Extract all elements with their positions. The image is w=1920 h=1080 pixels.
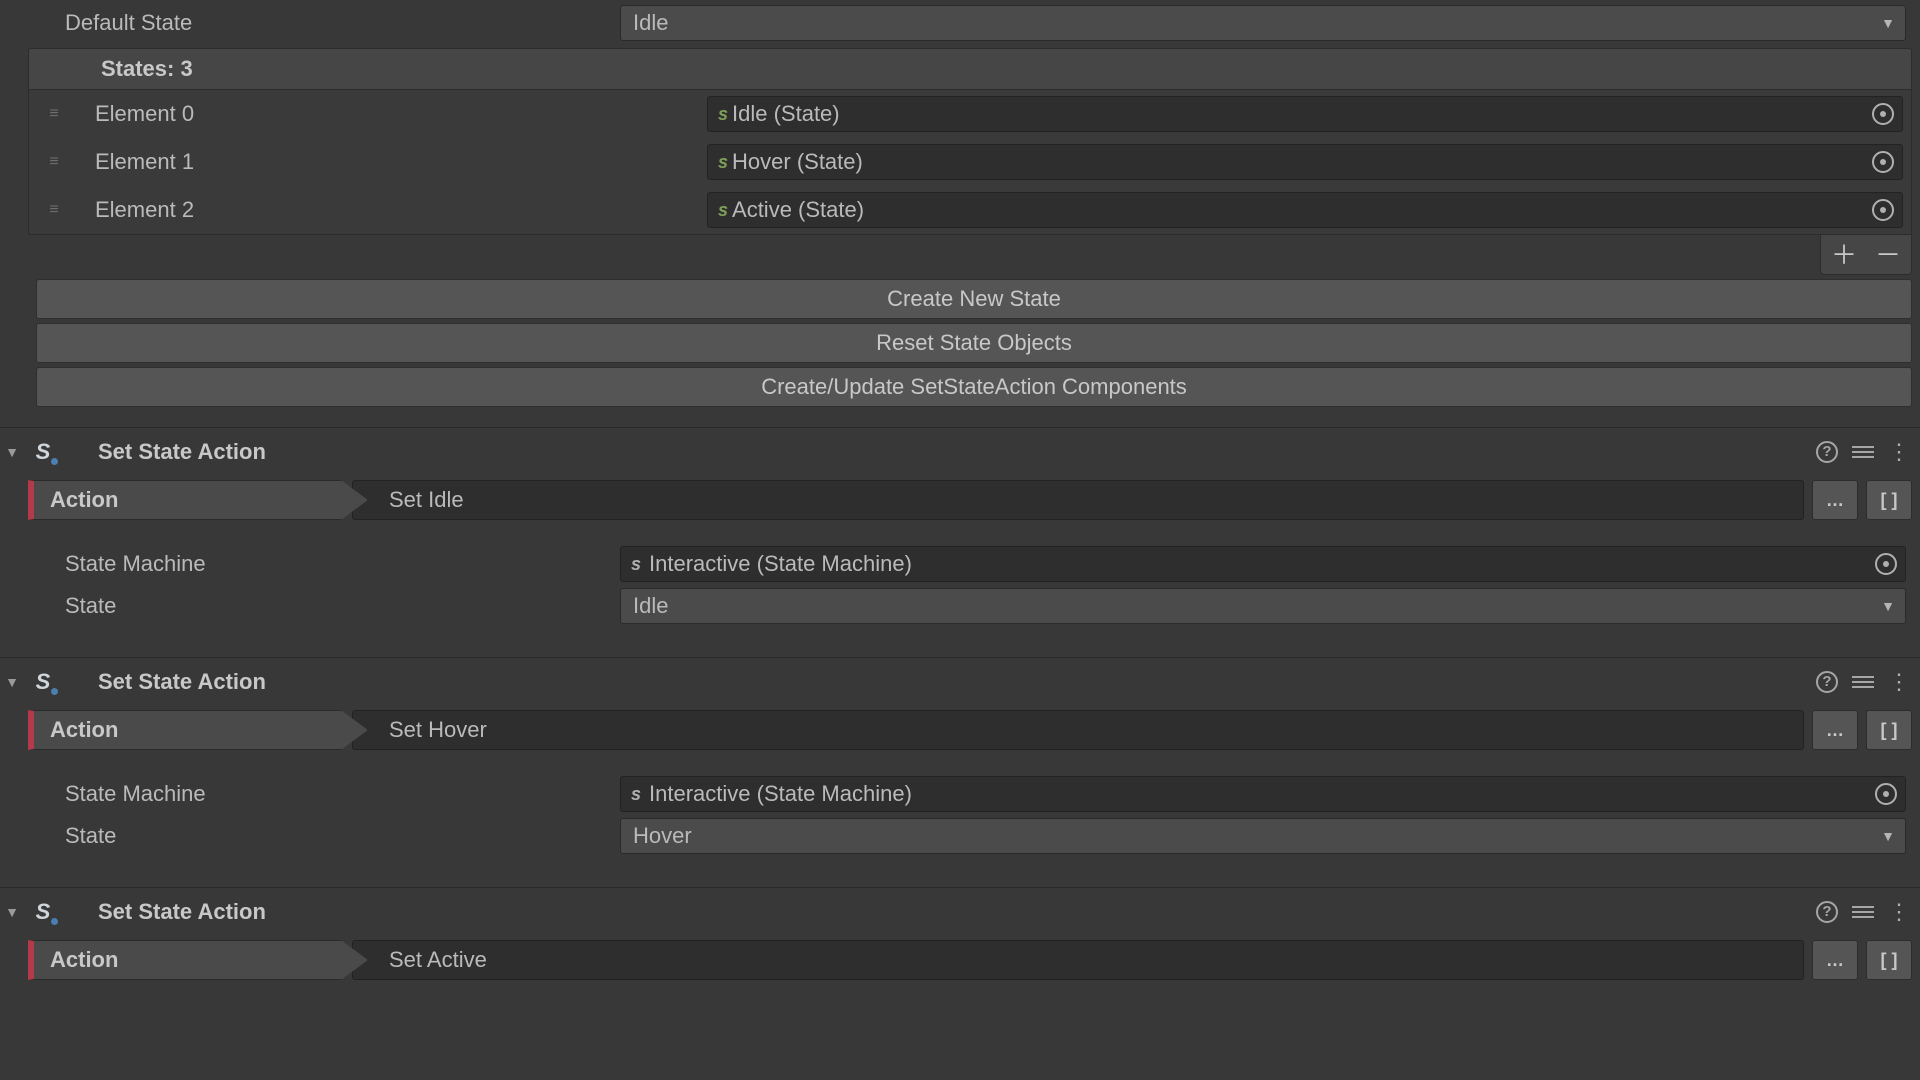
drag-handle-icon[interactable]: ≡ [39,153,67,171]
presets-icon[interactable] [1852,673,1874,691]
action-row: Action Set Active … [ ] [0,935,1920,985]
state-object-field[interactable]: s Active (State) [707,192,1903,228]
list-footer: ＋ － [28,235,1912,275]
asset-icon: s [718,104,728,125]
foldout-icon[interactable]: ▼ [2,444,22,460]
state-dropdown[interactable]: Idle ▼ [620,588,1906,624]
state-dropdown-row: State Hover ▼ [0,815,1912,857]
chevron-down-icon: ▼ [1881,15,1895,31]
foldout-icon[interactable]: ▼ [2,904,22,920]
action-options-button[interactable]: … [1812,710,1858,750]
default-state-value: Idle [633,10,668,36]
state-dropdown[interactable]: Hover ▼ [620,818,1906,854]
component-title: Set State Action [98,669,1816,695]
list-footer-buttons: ＋ － [1820,235,1912,275]
component-header[interactable]: ▼ S Set State Action ? ⋮ [0,427,1920,475]
states-array-header[interactable]: States: 3 [28,48,1912,90]
action-value-field[interactable]: Set Hover [352,710,1804,750]
context-menu-icon[interactable]: ⋮ [1888,446,1910,457]
state-object-value: Active (State) [732,197,864,223]
states-list: ≡ Element 0 s Idle (State) ≡ Element 1 s… [28,90,1912,235]
list-item: ≡ Element 2 s Active (State) [29,186,1911,234]
component-title: Set State Action [98,439,1816,465]
presets-icon[interactable] [1852,903,1874,921]
script-icon: S [28,437,58,467]
help-icon[interactable]: ? [1816,441,1838,463]
component-header[interactable]: ▼ S Set State Action ? ⋮ [0,657,1920,705]
action-options-button[interactable]: … [1812,940,1858,980]
default-state-label: Default State [0,10,620,36]
state-machine-label: State Machine [0,551,620,577]
object-picker-icon[interactable] [1872,199,1894,221]
action-row: Action Set Idle … [ ] [0,475,1920,525]
presets-icon[interactable] [1852,443,1874,461]
foldout-icon[interactable]: ▼ [2,674,22,690]
list-item: ≡ Element 1 s Hover (State) [29,138,1911,186]
element-label: Element 0 [67,101,707,127]
action-label-chip[interactable]: Action [28,710,368,750]
chevron-down-icon: ▼ [1881,828,1895,844]
element-label: Element 2 [67,197,707,223]
object-picker-icon[interactable] [1872,103,1894,125]
state-machine-field[interactable]: s Interactive (State Machine) [620,546,1906,582]
drag-handle-icon[interactable]: ≡ [39,201,67,219]
context-menu-icon[interactable]: ⋮ [1888,906,1910,917]
reset-state-objects-button[interactable]: Reset State Objects [36,323,1912,363]
action-row: Action Set Hover … [ ] [0,705,1920,755]
state-machine-label: State Machine [0,781,620,807]
action-brackets-button[interactable]: [ ] [1866,480,1912,520]
default-state-dropdown[interactable]: Idle ▼ [620,5,1906,41]
state-label: State [0,823,620,849]
asset-icon: s [718,200,728,221]
action-value-field[interactable]: Set Idle [352,480,1804,520]
default-state-row: Default State Idle ▼ [0,0,1920,46]
list-item: ≡ Element 0 s Idle (State) [29,90,1911,138]
add-element-button[interactable]: ＋ [1831,242,1857,268]
create-new-state-button[interactable]: Create New State [36,279,1912,319]
object-picker-icon[interactable] [1872,151,1894,173]
component-header[interactable]: ▼ S Set State Action ? ⋮ [0,887,1920,935]
state-object-value: Hover (State) [732,149,863,175]
context-menu-icon[interactable]: ⋮ [1888,676,1910,687]
state-object-field[interactable]: s Hover (State) [707,144,1903,180]
action-label-chip[interactable]: Action [28,480,368,520]
help-icon[interactable]: ? [1816,901,1838,923]
create-update-components-button[interactable]: Create/Update SetStateAction Components [36,367,1912,407]
state-label: State [0,593,620,619]
script-icon: S [28,897,58,927]
asset-icon: s [718,152,728,173]
element-label: Element 1 [67,149,707,175]
action-brackets-button[interactable]: [ ] [1866,710,1912,750]
state-machine-row: State Machine s Interactive (State Machi… [0,543,1912,585]
state-machine-row: State Machine s Interactive (State Machi… [0,773,1912,815]
state-object-value: Idle (State) [732,101,840,127]
chevron-down-icon: ▼ [1881,598,1895,614]
states-header-text: States: 3 [101,56,193,82]
action-label-chip[interactable]: Action [28,940,368,980]
help-icon[interactable]: ? [1816,671,1838,693]
object-picker-icon[interactable] [1875,783,1897,805]
state-machine-field[interactable]: s Interactive (State Machine) [620,776,1906,812]
script-mini-icon: s [631,554,641,575]
action-brackets-button[interactable]: [ ] [1866,940,1912,980]
state-dropdown-row: State Idle ▼ [0,585,1912,627]
script-mini-icon: s [631,784,641,805]
drag-handle-icon[interactable]: ≡ [39,105,67,123]
component-title: Set State Action [98,899,1816,925]
remove-element-button[interactable]: － [1875,242,1901,268]
script-icon: S [28,667,58,697]
object-picker-icon[interactable] [1875,553,1897,575]
action-options-button[interactable]: … [1812,480,1858,520]
action-value-field[interactable]: Set Active [352,940,1804,980]
state-object-field[interactable]: s Idle (State) [707,96,1903,132]
